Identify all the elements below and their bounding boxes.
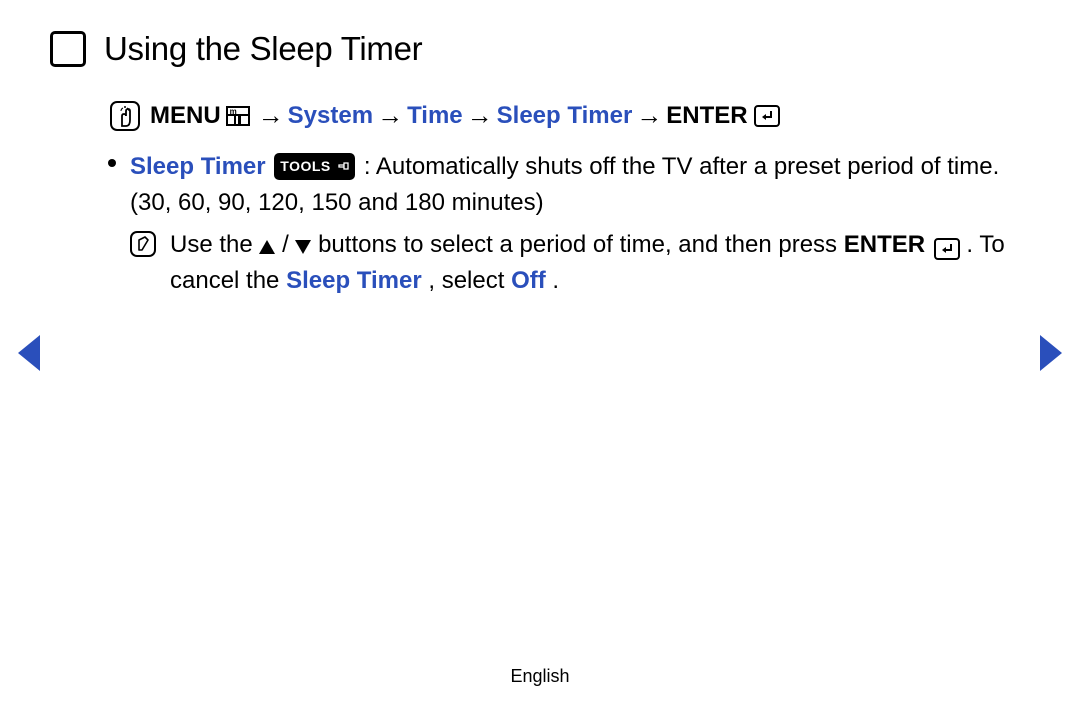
nav-next-button[interactable] xyxy=(1040,335,1062,371)
remote-hand-icon xyxy=(110,101,140,131)
off-link: Off xyxy=(511,267,546,294)
sleep-timer-label: Sleep Timer xyxy=(130,153,266,180)
section-box-icon xyxy=(50,31,86,67)
bullet-icon xyxy=(108,149,118,299)
note-text-2: buttons to select a period of time, and … xyxy=(318,231,844,258)
note-text-4: , select xyxy=(428,267,511,294)
path-system: System xyxy=(288,98,373,134)
footer-language: English xyxy=(0,666,1080,687)
arrow-icon: → xyxy=(377,96,403,135)
note-text-1: Use the xyxy=(170,231,259,258)
note-pencil-icon xyxy=(130,231,156,257)
enter-icon xyxy=(754,105,780,127)
down-arrow-icon xyxy=(295,240,311,254)
sleep-timer-link2: Sleep Timer xyxy=(286,267,422,294)
path-sleep-timer: Sleep Timer xyxy=(497,98,633,134)
page-header: Using the Sleep Timer xyxy=(50,30,1030,68)
menu-path: MENU m → System → Time → Sleep Timer → E… xyxy=(108,96,1030,135)
period: . xyxy=(552,267,559,294)
up-arrow-icon xyxy=(259,240,275,254)
arrow-icon: → xyxy=(467,96,493,135)
enter2-label: ENTER xyxy=(844,231,925,258)
menu-grid-icon: m xyxy=(226,106,250,126)
arrow-icon: → xyxy=(258,96,284,135)
nav-prev-button[interactable] xyxy=(18,335,40,371)
slash: / xyxy=(282,231,289,258)
chevron-right-icon xyxy=(1040,335,1062,371)
menu-label: MENU xyxy=(150,98,221,134)
enter-icon xyxy=(934,238,960,260)
page-content: MENU m → System → Time → Sleep Timer → E… xyxy=(50,96,1030,299)
chevron-left-icon xyxy=(18,335,40,371)
enter-label: ENTER xyxy=(666,98,747,134)
tools-badge: TOOLS xyxy=(274,153,355,180)
sleep-timer-item: Sleep Timer TOOLS : Automatically shuts … xyxy=(108,149,1030,299)
page-title: Using the Sleep Timer xyxy=(104,30,422,68)
path-time: Time xyxy=(407,98,463,134)
arrow-icon: → xyxy=(636,96,662,135)
note-row: Use the / buttons to select a period of … xyxy=(130,227,1030,299)
